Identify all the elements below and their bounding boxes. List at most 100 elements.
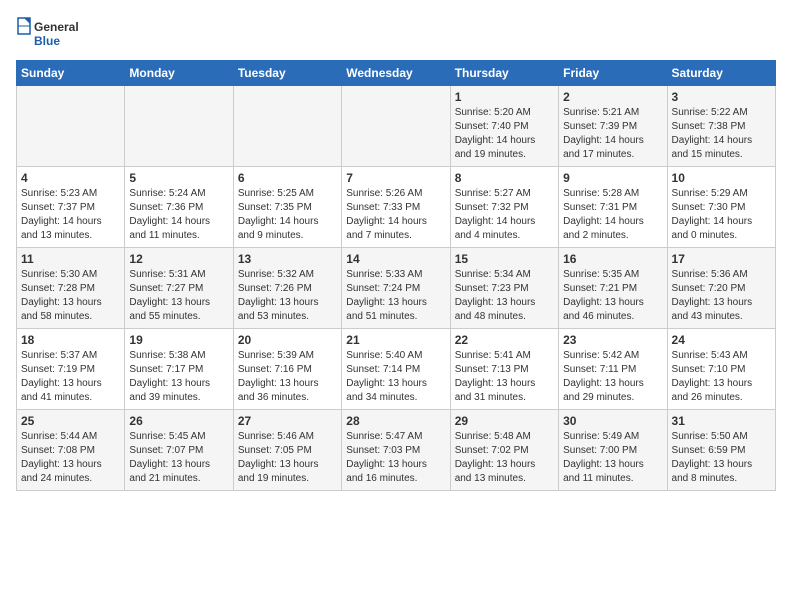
day-number: 26 — [129, 414, 228, 428]
day-number: 22 — [455, 333, 554, 347]
calendar-table: SundayMondayTuesdayWednesdayThursdayFrid… — [16, 60, 776, 491]
calendar-cell: 13 Sunrise: 5:32 AMSunset: 7:26 PMDayligh… — [233, 248, 341, 329]
day-number: 24 — [672, 333, 771, 347]
logo: General Blue — [16, 16, 86, 52]
day-info: Sunrise: 5:46 AMSunset: 7:05 PMDaylight:… — [238, 430, 337, 486]
calendar-cell: 15 Sunrise: 5:34 AMSunset: 7:23 PMDayligh… — [450, 248, 558, 329]
day-info: Sunrise: 5:34 AMSunset: 7:23 PMDaylight:… — [455, 268, 554, 324]
calendar-cell: 9 Sunrise: 5:28 AMSunset: 7:31 PMDaylight… — [559, 167, 667, 248]
day-number: 23 — [563, 333, 662, 347]
calendar-cell: 16 Sunrise: 5:35 AMSunset: 7:21 PMDayligh… — [559, 248, 667, 329]
calendar-cell — [233, 86, 341, 167]
day-info: Sunrise: 5:37 AMSunset: 7:19 PMDaylight:… — [21, 349, 120, 405]
day-number: 12 — [129, 252, 228, 266]
day-info: Sunrise: 5:20 AMSunset: 7:40 PMDaylight:… — [455, 106, 554, 162]
day-number: 19 — [129, 333, 228, 347]
day-number: 15 — [455, 252, 554, 266]
day-info: Sunrise: 5:33 AMSunset: 7:24 PMDaylight:… — [346, 268, 445, 324]
calendar-cell: 26 Sunrise: 5:45 AMSunset: 7:07 PMDayligh… — [125, 410, 233, 491]
day-info: Sunrise: 5:47 AMSunset: 7:03 PMDaylight:… — [346, 430, 445, 486]
week-row-3: 11 Sunrise: 5:30 AMSunset: 7:28 PMDayligh… — [17, 248, 776, 329]
day-info: Sunrise: 5:22 AMSunset: 7:38 PMDaylight:… — [672, 106, 771, 162]
day-info: Sunrise: 5:23 AMSunset: 7:37 PMDaylight:… — [21, 187, 120, 243]
day-info: Sunrise: 5:25 AMSunset: 7:35 PMDaylight:… — [238, 187, 337, 243]
day-info: Sunrise: 5:31 AMSunset: 7:27 PMDaylight:… — [129, 268, 228, 324]
day-info: Sunrise: 5:39 AMSunset: 7:16 PMDaylight:… — [238, 349, 337, 405]
calendar-cell: 21 Sunrise: 5:40 AMSunset: 7:14 PMDayligh… — [342, 329, 450, 410]
day-number: 17 — [672, 252, 771, 266]
weekday-header-wednesday: Wednesday — [342, 61, 450, 86]
weekday-header-friday: Friday — [559, 61, 667, 86]
calendar-cell: 8 Sunrise: 5:27 AMSunset: 7:32 PMDaylight… — [450, 167, 558, 248]
day-info: Sunrise: 5:29 AMSunset: 7:30 PMDaylight:… — [672, 187, 771, 243]
weekday-header-thursday: Thursday — [450, 61, 558, 86]
calendar-cell: 7 Sunrise: 5:26 AMSunset: 7:33 PMDaylight… — [342, 167, 450, 248]
calendar-cell: 25 Sunrise: 5:44 AMSunset: 7:08 PMDayligh… — [17, 410, 125, 491]
week-row-2: 4 Sunrise: 5:23 AMSunset: 7:37 PMDaylight… — [17, 167, 776, 248]
day-number: 10 — [672, 171, 771, 185]
weekday-header-row: SundayMondayTuesdayWednesdayThursdayFrid… — [17, 61, 776, 86]
day-info: Sunrise: 5:44 AMSunset: 7:08 PMDaylight:… — [21, 430, 120, 486]
calendar-cell: 5Sunrise: 5:24 AMSunset: 7:36 PMDaylight… — [125, 167, 233, 248]
day-number: 7 — [346, 171, 445, 185]
calendar-cell: 23 Sunrise: 5:42 AMSunset: 7:11 PMDayligh… — [559, 329, 667, 410]
day-number: 28 — [346, 414, 445, 428]
week-row-1: 1 Sunrise: 5:20 AMSunset: 7:40 PMDaylight… — [17, 86, 776, 167]
day-info: Sunrise: 5:28 AMSunset: 7:31 PMDaylight:… — [563, 187, 662, 243]
calendar-cell: 24 Sunrise: 5:43 AMSunset: 7:10 PMDayligh… — [667, 329, 775, 410]
svg-text:General: General — [34, 20, 79, 34]
calendar-cell — [17, 86, 125, 167]
day-number: 14 — [346, 252, 445, 266]
day-number: 11 — [21, 252, 120, 266]
day-number: 30 — [563, 414, 662, 428]
calendar-cell: 31Sunrise: 5:50 AMSunset: 6:59 PMDayligh… — [667, 410, 775, 491]
week-row-5: 25 Sunrise: 5:44 AMSunset: 7:08 PMDayligh… — [17, 410, 776, 491]
calendar-cell: 17 Sunrise: 5:36 AMSunset: 7:20 PMDayligh… — [667, 248, 775, 329]
week-row-4: 18Sunrise: 5:37 AMSunset: 7:19 PMDayligh… — [17, 329, 776, 410]
calendar-cell: 4 Sunrise: 5:23 AMSunset: 7:37 PMDaylight… — [17, 167, 125, 248]
day-info: Sunrise: 5:26 AMSunset: 7:33 PMDaylight:… — [346, 187, 445, 243]
day-info: Sunrise: 5:27 AMSunset: 7:32 PMDaylight:… — [455, 187, 554, 243]
calendar-cell: 30 Sunrise: 5:49 AMSunset: 7:00 PMDayligh… — [559, 410, 667, 491]
day-info: Sunrise: 5:43 AMSunset: 7:10 PMDaylight:… — [672, 349, 771, 405]
day-info: Sunrise: 5:49 AMSunset: 7:00 PMDaylight:… — [563, 430, 662, 486]
day-info: Sunrise: 5:24 AMSunset: 7:36 PMDaylight:… — [129, 187, 228, 243]
logo-svg: General Blue — [16, 16, 86, 52]
calendar-cell: 3Sunrise: 5:22 AMSunset: 7:38 PMDaylight… — [667, 86, 775, 167]
day-info: Sunrise: 5:36 AMSunset: 7:20 PMDaylight:… — [672, 268, 771, 324]
day-number: 16 — [563, 252, 662, 266]
header: General Blue — [16, 16, 776, 52]
svg-text:Blue: Blue — [34, 34, 60, 48]
day-info: Sunrise: 5:50 AMSunset: 6:59 PMDaylight:… — [672, 430, 771, 486]
day-info: Sunrise: 5:42 AMSunset: 7:11 PMDaylight:… — [563, 349, 662, 405]
day-number: 2 — [563, 90, 662, 104]
day-info: Sunrise: 5:40 AMSunset: 7:14 PMDaylight:… — [346, 349, 445, 405]
day-number: 4 — [21, 171, 120, 185]
calendar-cell: 28 Sunrise: 5:47 AMSunset: 7:03 PMDayligh… — [342, 410, 450, 491]
day-number: 20 — [238, 333, 337, 347]
day-info: Sunrise: 5:21 AMSunset: 7:39 PMDaylight:… — [563, 106, 662, 162]
calendar-cell: 29Sunrise: 5:48 AMSunset: 7:02 PMDayligh… — [450, 410, 558, 491]
day-number: 25 — [21, 414, 120, 428]
calendar-cell: 2 Sunrise: 5:21 AMSunset: 7:39 PMDaylight… — [559, 86, 667, 167]
calendar-cell: 1 Sunrise: 5:20 AMSunset: 7:40 PMDaylight… — [450, 86, 558, 167]
day-info: Sunrise: 5:38 AMSunset: 7:17 PMDaylight:… — [129, 349, 228, 405]
day-info: Sunrise: 5:48 AMSunset: 7:02 PMDaylight:… — [455, 430, 554, 486]
day-number: 9 — [563, 171, 662, 185]
calendar-cell: 6 Sunrise: 5:25 AMSunset: 7:35 PMDaylight… — [233, 167, 341, 248]
calendar-cell: 19 Sunrise: 5:38 AMSunset: 7:17 PMDayligh… — [125, 329, 233, 410]
weekday-header-tuesday: Tuesday — [233, 61, 341, 86]
day-info: Sunrise: 5:30 AMSunset: 7:28 PMDaylight:… — [21, 268, 120, 324]
day-number: 21 — [346, 333, 445, 347]
day-number: 8 — [455, 171, 554, 185]
day-number: 13 — [238, 252, 337, 266]
day-number: 27 — [238, 414, 337, 428]
calendar-cell — [125, 86, 233, 167]
day-info: Sunrise: 5:45 AMSunset: 7:07 PMDaylight:… — [129, 430, 228, 486]
calendar-cell: 20 Sunrise: 5:39 AMSunset: 7:16 PMDayligh… — [233, 329, 341, 410]
day-number: 6 — [238, 171, 337, 185]
day-number: 1 — [455, 90, 554, 104]
calendar-cell: 18Sunrise: 5:37 AMSunset: 7:19 PMDayligh… — [17, 329, 125, 410]
day-info: Sunrise: 5:32 AMSunset: 7:26 PMDaylight:… — [238, 268, 337, 324]
day-info: Sunrise: 5:35 AMSunset: 7:21 PMDaylight:… — [563, 268, 662, 324]
